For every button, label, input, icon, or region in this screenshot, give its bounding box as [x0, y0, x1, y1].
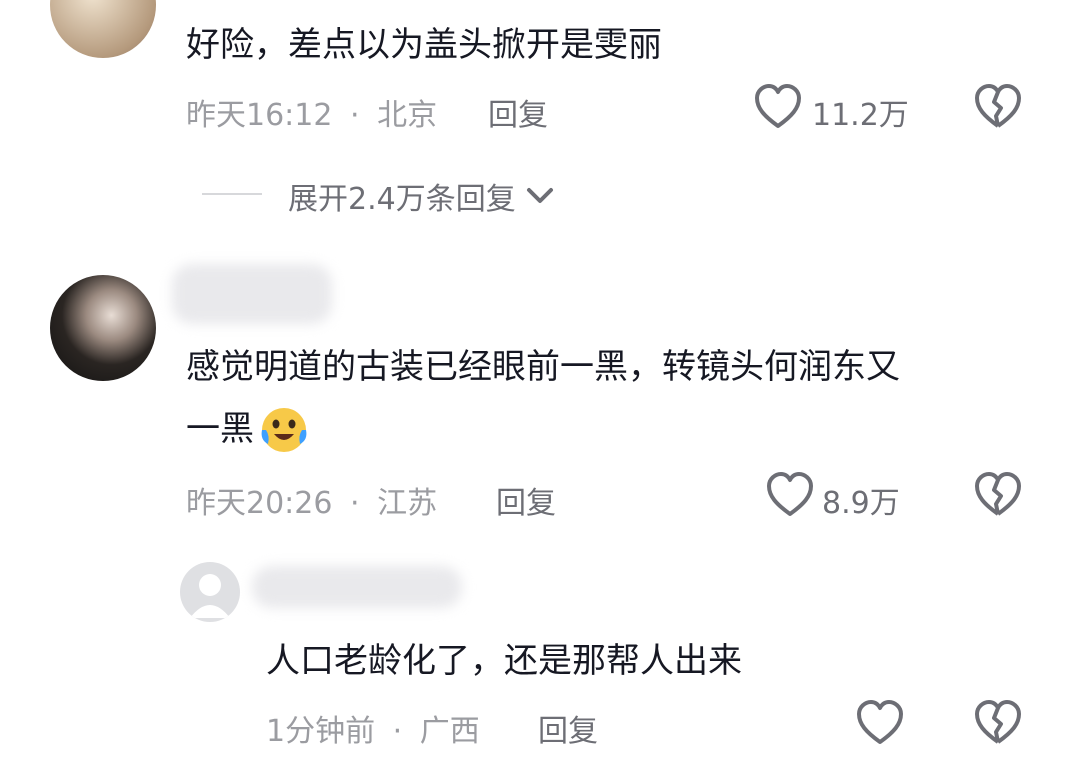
like-count: 11.2万: [812, 98, 909, 133]
comment-text-line-2-label: 一黑: [186, 409, 254, 449]
heart-outline-icon[interactable]: [754, 84, 802, 130]
reply-button[interactable]: 回复: [538, 706, 598, 750]
avatar[interactable]: [50, 0, 156, 58]
time-label: 昨天16:12: [186, 98, 333, 133]
avatar[interactable]: [50, 275, 156, 381]
expand-replies-button[interactable]: 展开2.4万条回复: [288, 174, 554, 218]
reply-button[interactable]: 回复: [496, 478, 556, 522]
expand-replies-label: 展开2.4万条回复: [288, 182, 516, 217]
reply-time: 1分钟前 · 广西: [266, 706, 480, 750]
comment-text-line-2: 一黑: [186, 398, 310, 460]
comment-time: 昨天20:26 · 江苏: [186, 478, 437, 522]
separator: ·: [350, 98, 360, 133]
default-avatar-icon[interactable]: [180, 562, 240, 622]
time-label: 1分钟前: [266, 714, 376, 749]
reply-text: 人口老龄化了，还是那帮人出来: [266, 641, 742, 681]
heart-outline-icon[interactable]: [856, 700, 904, 746]
comment-text: 好险，差点以为盖头掀开是雯丽: [186, 25, 662, 65]
crying-laughing-emoji-icon: [258, 404, 310, 454]
reply-button[interactable]: 回复: [488, 90, 548, 134]
broken-heart-icon[interactable]: [974, 84, 1022, 130]
location-label: 江苏: [377, 486, 438, 521]
username[interactable]: [252, 566, 462, 608]
heart-outline-icon[interactable]: [766, 472, 814, 518]
chevron-down-icon: [526, 186, 554, 206]
username[interactable]: [172, 264, 332, 324]
time-label: 昨天20:26: [186, 486, 333, 521]
comment-text-line-1: 感觉明道的古装已经眼前一黑，转镜头何润东又: [186, 347, 900, 387]
location-label: 北京: [377, 98, 438, 133]
separator: ·: [392, 714, 403, 749]
broken-heart-icon[interactable]: [974, 472, 1022, 518]
broken-heart-icon[interactable]: [974, 700, 1022, 746]
location-label: 广西: [419, 714, 480, 749]
comment-time: 昨天16:12 · 北京: [186, 90, 437, 134]
like-count: 8.9万: [822, 486, 900, 521]
expand-divider: [202, 193, 262, 195]
separator: ·: [350, 486, 360, 521]
